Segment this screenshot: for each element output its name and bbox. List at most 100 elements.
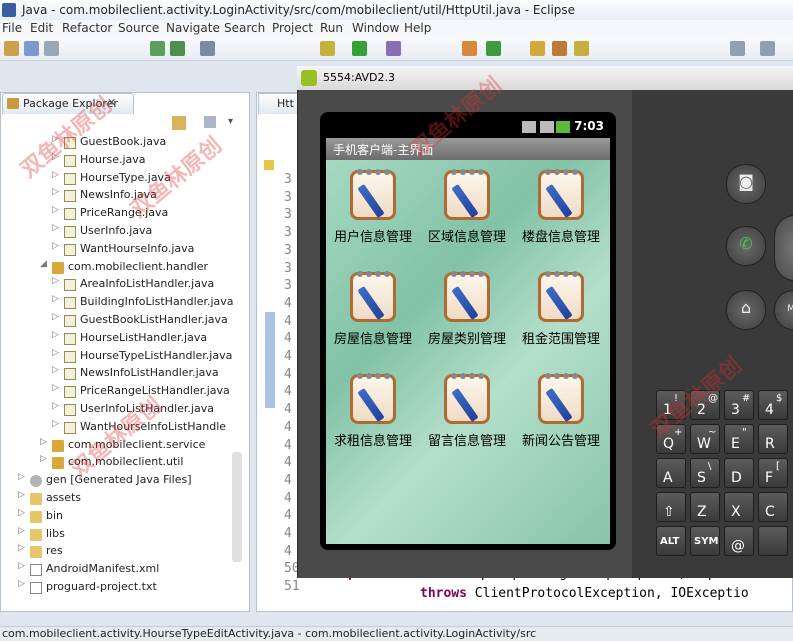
expand-icon[interactable]: ▷ (52, 383, 59, 393)
tree-java-file[interactable]: ▷ NewsInfoListHandler.java (0, 365, 232, 383)
search-icon[interactable] (462, 41, 477, 56)
home-button[interactable]: ⌂ (726, 290, 766, 330)
keyboard-key[interactable]: 3 # (724, 390, 754, 420)
grid-item[interactable]: 求租信息管理 (326, 368, 420, 460)
tree-java-file[interactable]: ▷ WantHourseInfo.java (0, 241, 232, 259)
expand-icon[interactable]: ▷ (52, 205, 59, 215)
expand-icon[interactable]: ▷ (52, 294, 59, 304)
tree-java-file[interactable]: ▷ BuildingInfoListHandler.java (0, 294, 234, 312)
open-type-icon[interactable] (552, 41, 567, 56)
menu-search[interactable]: Search (224, 21, 265, 35)
expand-icon[interactable]: ▷ (52, 419, 59, 429)
keyboard-key[interactable]: D (724, 458, 754, 488)
collapse-all-icon[interactable] (172, 116, 186, 130)
tree-item[interactable]: ▷ assets (0, 490, 232, 508)
grid-item[interactable]: 房屋类别管理 (420, 266, 514, 358)
expand-icon[interactable]: ▷ (18, 508, 25, 518)
menu-window[interactable]: Window (352, 21, 399, 35)
expand-icon[interactable]: ▷ (40, 454, 47, 464)
expand-icon[interactable]: ▷ (52, 348, 59, 358)
keyboard-key[interactable]: C (758, 492, 788, 522)
open-folder-icon[interactable] (530, 41, 545, 56)
camera-button[interactable]: ◙ (726, 164, 766, 204)
keyboard-key[interactable]: SYM (690, 526, 720, 556)
menu-project[interactable]: Project (272, 21, 313, 35)
menu-run[interactable]: Run (320, 21, 343, 35)
keyboard-key[interactable]: 2 @ (690, 390, 720, 420)
editor-scroll-marker[interactable] (265, 312, 275, 408)
tree-java-file[interactable]: ▷ HourseListHandler.java (0, 330, 232, 348)
pencil-icon[interactable] (574, 41, 589, 56)
android-sdk-icon[interactable] (170, 41, 185, 56)
tree-package-item[interactable]: ◢ com.mobileclient.handler (0, 259, 232, 277)
close-icon[interactable]: ✕ (107, 96, 116, 109)
tree-item[interactable]: ▷ libs (0, 526, 232, 544)
tree-java-file[interactable]: ▷ UserInfoListHandler.java (0, 401, 232, 419)
grid-item[interactable]: 租金范围管理 (514, 266, 608, 358)
grid-item[interactable]: 用户信息管理 (326, 164, 420, 256)
keyboard-key[interactable]: Z (690, 492, 720, 522)
expand-icon[interactable]: ▷ (18, 561, 25, 571)
keyboard-key[interactable] (758, 526, 788, 556)
expand-icon[interactable]: ▷ (52, 187, 59, 197)
tree-item[interactable]: ▷ bin (0, 508, 232, 526)
expand-icon[interactable]: ▷ (52, 312, 59, 322)
keyboard-key[interactable]: E " (724, 424, 754, 454)
expand-icon[interactable]: ▷ (52, 401, 59, 411)
expand-icon[interactable]: ▷ (52, 365, 59, 375)
tree-package-item[interactable]: ▷ com.mobileclient.util (0, 454, 232, 472)
keyboard-key[interactable]: W ~ (690, 424, 720, 454)
tree-package-item[interactable]: ▷ com.mobileclient.service (0, 437, 232, 455)
expand-icon[interactable]: ◢ (40, 259, 47, 269)
expand-icon[interactable]: ▷ (52, 170, 59, 180)
tree-java-file[interactable]: ▷ GuestBook.java (0, 134, 232, 152)
menu-file[interactable]: File (2, 21, 22, 35)
tree-java-file[interactable]: ▷ UserInfo.java (0, 223, 232, 241)
keyboard-key[interactable]: @ (724, 526, 754, 556)
tree-java-file[interactable]: ▷ HourseType.java (0, 170, 232, 188)
tree-java-file[interactable]: ▷ GuestBookListHandler.java (0, 312, 232, 330)
expand-icon[interactable]: ▷ (52, 134, 59, 144)
new-icon[interactable] (4, 41, 19, 56)
run-icon[interactable] (352, 41, 367, 56)
expand-icon[interactable]: ▷ (18, 472, 25, 482)
expand-icon[interactable]: ▷ (18, 579, 25, 589)
package-explorer-tab[interactable]: Package Explorer ✕ (2, 93, 134, 114)
tree-java-file[interactable]: ▷ PriceRange.java (0, 205, 232, 223)
grid-item[interactable]: 新闻公告管理 (514, 368, 608, 460)
link-editor-icon[interactable] (204, 116, 216, 128)
expand-icon[interactable]: ▷ (52, 330, 59, 340)
grid-item[interactable]: 房屋信息管理 (326, 266, 420, 358)
print-icon[interactable] (44, 41, 59, 56)
expand-icon[interactable]: ▷ (52, 276, 59, 286)
gear-icon[interactable] (320, 41, 335, 56)
expand-icon[interactable]: ▷ (40, 437, 47, 447)
menu-edit[interactable]: Edit (30, 21, 53, 35)
keyboard-key[interactable]: R (758, 424, 788, 454)
keyboard-key[interactable]: ⇧ (656, 492, 686, 522)
tree-java-file[interactable]: ▷ NewsInfo.java (0, 187, 232, 205)
expand-icon[interactable]: ▷ (52, 223, 59, 233)
dpad[interactable] (774, 215, 793, 281)
tree-item[interactable]: ▷ proguard-project.txt (0, 579, 232, 597)
grid-item[interactable]: 楼盘信息管理 (514, 164, 608, 256)
menu-navigate[interactable]: Navigate (166, 21, 220, 35)
expand-icon[interactable]: ▷ (52, 152, 59, 162)
tree-java-file[interactable]: ▷ HourseTypeListHandler.java (0, 348, 232, 366)
grid-item[interactable]: 区域信息管理 (420, 164, 514, 256)
grid-item[interactable]: 留言信息管理 (420, 368, 514, 460)
tree-item[interactable]: ▷ res (0, 543, 232, 561)
keyboard-key[interactable]: 4 $ (758, 390, 788, 420)
keyboard-key[interactable]: Q + (656, 424, 686, 454)
expand-icon[interactable]: ▷ (18, 490, 25, 500)
external-tools-icon[interactable] (386, 41, 401, 56)
editor-tab[interactable]: Htt (258, 93, 300, 114)
tree-java-file[interactable]: ▷ PriceRangeListHandler.java (0, 383, 232, 401)
tree-java-file[interactable]: ▷ Hourse.java (0, 152, 232, 170)
save-icon[interactable] (24, 41, 39, 56)
menu-help[interactable]: Help (404, 21, 431, 35)
keyboard-key[interactable]: S \ (690, 458, 720, 488)
expand-icon[interactable]: ▷ (52, 241, 59, 251)
debug-icon[interactable] (150, 41, 165, 56)
keyboard-key[interactable]: F[ (758, 458, 788, 488)
